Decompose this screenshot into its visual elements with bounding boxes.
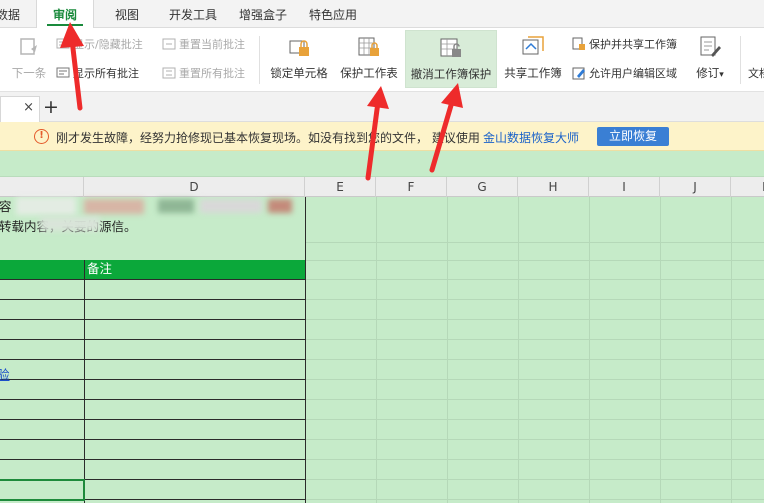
comments-icon	[56, 66, 70, 80]
next-comment-icon	[16, 34, 42, 60]
recovery-message: 刚才发生故障，经努力抢修现已基本恢复现场。如没有找到您的文件， 建议使用	[56, 131, 480, 145]
lock-cell-icon	[286, 34, 312, 60]
sheet-grid[interactable]: 容 转载内容，关要的源信。 备注 验	[0, 197, 764, 503]
column-header-f[interactable]: F	[376, 177, 447, 197]
redacted-text-block	[158, 199, 194, 213]
redacted-text-block	[200, 199, 262, 213]
protect-and-share-button[interactable]: 保护并共享工作簿	[572, 35, 677, 53]
lock-cell-label: 锁定单元格	[270, 66, 328, 80]
reset-current-comment-label: 重置当前批注	[179, 38, 245, 51]
redacted-text-block	[268, 199, 292, 213]
ribbon-separator	[740, 36, 741, 84]
doc-partial-label: 文档	[748, 67, 764, 80]
reset-comment-icon	[162, 37, 176, 51]
tab-review[interactable]: 审阅	[36, 0, 94, 29]
cell-link-partial[interactable]: 验	[0, 364, 10, 383]
new-tab-icon[interactable]: +	[42, 96, 60, 118]
allow-edit-ranges-label: 允许用户编辑区域	[589, 67, 677, 80]
column-header-row: D E F G H I J K	[0, 177, 764, 197]
unprotect-workbook-label: 撤消工作簿保护	[410, 67, 492, 81]
allow-edit-ranges-button[interactable]: 允许用户编辑区域	[572, 64, 677, 82]
protect-share-icon	[572, 37, 586, 51]
formula-bar-area[interactable]	[0, 151, 764, 177]
tab-special-apps[interactable]: 特色应用	[309, 0, 357, 28]
reset-current-comment-button[interactable]: 重置当前批注	[162, 35, 245, 53]
unprotect-workbook-button[interactable]: 撤消工作簿保护	[405, 30, 497, 88]
column-header-j[interactable]: J	[660, 177, 731, 197]
protect-sheet-label: 保护工作表	[340, 66, 398, 80]
reset-all-comments-button[interactable]: 重置所有批注	[162, 64, 245, 82]
tab-view[interactable]: 视图	[115, 0, 139, 28]
next-comment-button[interactable]: 下一条	[8, 30, 50, 88]
recover-now-button[interactable]: 立即恢复	[597, 127, 669, 146]
unprotect-workbook-icon	[438, 35, 464, 61]
selected-cell[interactable]	[0, 479, 85, 501]
column-header-c[interactable]	[0, 177, 84, 197]
menu-tab-bar: 数据 审阅 视图 开发工具 增强盒子 特色应用	[0, 0, 764, 29]
tab-data[interactable]: 数据	[0, 0, 20, 28]
show-all-comments-button[interactable]: 显示所有批注	[56, 64, 139, 82]
table-header-cell[interactable]	[0, 260, 84, 279]
doc-partial-button[interactable]: 文档	[748, 64, 764, 82]
track-changes-label: 修订	[696, 66, 720, 80]
protect-and-share-label: 保护并共享工作簿	[589, 38, 677, 51]
recovery-notice-bar: ! 刚才发生故障，经努力抢修现已基本恢复现场。如没有找到您的文件， 建议使用 金…	[0, 122, 764, 151]
protect-sheet-button[interactable]: 保护工作表	[336, 30, 402, 88]
recovery-tool-link[interactable]: 金山数据恢复大师	[483, 129, 579, 146]
redacted-text-block	[16, 197, 76, 215]
document-tab-row: × +	[0, 92, 764, 122]
review-ribbon: 下一条 显示/隐藏批注 显示所有批注 重置当前批注 重置所有批注 锁定单元格 保…	[0, 28, 764, 92]
table-header-remark[interactable]: 备注	[85, 260, 305, 279]
column-header-h[interactable]: H	[518, 177, 589, 197]
show-hide-comment-label: 显示/隐藏批注	[73, 38, 143, 51]
next-comment-label: 下一条	[11, 66, 47, 80]
column-header-k[interactable]: K	[731, 177, 764, 197]
column-header-d[interactable]: D	[84, 177, 305, 197]
track-changes-icon	[697, 34, 723, 60]
edit-ranges-icon	[572, 66, 586, 80]
share-workbook-button[interactable]: 共享工作簿	[499, 30, 567, 88]
reset-all-comments-label: 重置所有批注	[179, 67, 245, 80]
tab-enhance-box[interactable]: 增强盒子	[239, 0, 287, 28]
track-changes-dropdown[interactable]: ▾	[719, 70, 724, 80]
app-window: 数据 审阅 视图 开发工具 增强盒子 特色应用 下一条 显示/隐藏批注 显示所有…	[0, 0, 764, 503]
comment-toggle-icon	[56, 37, 70, 51]
protect-sheet-icon	[356, 34, 382, 60]
cell-text-line1: 容	[0, 199, 12, 214]
show-hide-comment-button[interactable]: 显示/隐藏批注	[56, 35, 143, 53]
column-header-i[interactable]: I	[589, 177, 660, 197]
lock-cell-button[interactable]: 锁定单元格	[265, 30, 333, 88]
tab-developer[interactable]: 开发工具	[169, 0, 217, 28]
redacted-text-block	[40, 217, 100, 231]
close-tab-icon[interactable]: ×	[23, 100, 34, 115]
grid-lines	[0, 197, 764, 503]
track-changes-button[interactable]: 修订▾	[690, 30, 730, 88]
warning-icon: !	[34, 129, 49, 144]
column-header-e[interactable]: E	[305, 177, 376, 197]
redacted-text-block	[84, 199, 144, 214]
share-workbook-icon	[520, 34, 546, 60]
column-header-g[interactable]: G	[447, 177, 518, 197]
show-all-comments-label: 显示所有批注	[73, 67, 139, 80]
document-tab[interactable]: ×	[0, 96, 40, 122]
ribbon-separator	[259, 36, 260, 84]
reset-all-comments-icon	[162, 66, 176, 80]
share-workbook-label: 共享工作簿	[504, 66, 562, 80]
